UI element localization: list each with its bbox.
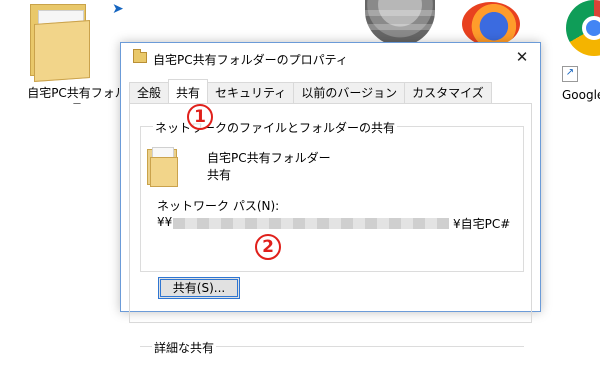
desktop-folder-icon[interactable]: [30, 4, 94, 82]
title-bar[interactable]: 自宅PC共有フォルダーのプロパティ ✕: [121, 43, 540, 73]
desktop-folder-label-sub: ー: [72, 100, 82, 110]
network-path-redacted: [173, 218, 449, 229]
chrome-label[interactable]: Google: [562, 88, 600, 102]
dialog-title: 自宅PC共有フォルダーのプロパティ: [153, 53, 348, 67]
share-button[interactable]: 共有(S)...: [158, 277, 240, 299]
chrome-icon[interactable]: [566, 0, 600, 56]
share-status-text: 共有: [207, 168, 232, 182]
pin-icon: ➤: [112, 1, 124, 17]
firefox-icon[interactable]: [462, 2, 520, 46]
desktop-folder-label[interactable]: 自宅PC共有フォル ー: [22, 84, 132, 110]
google-earth-icon[interactable]: [365, 0, 435, 46]
desktop-folder-label-text: 自宅PC共有フォル: [27, 86, 127, 100]
shared-folder-name: 自宅PC共有フォルダー: [207, 151, 331, 165]
shared-folder-icon: [147, 147, 181, 187]
tab-strip: 全般 共有 セキュリティ 以前のバージョン カスタマイズ: [129, 79, 492, 104]
tab-security[interactable]: セキュリティ: [207, 82, 295, 103]
step-marker-1: 1: [187, 104, 213, 130]
advanced-sharing-group: 詳細な共有: [140, 339, 524, 387]
shortcut-arrow-icon: ↗: [562, 66, 578, 82]
tab-customize[interactable]: カスタマイズ: [404, 82, 492, 103]
network-path-prefix: ¥¥: [157, 215, 173, 229]
properties-dialog: 自宅PC共有フォルダーのプロパティ ✕ 全般 共有 セキュリティ 以前のバージョ…: [120, 42, 541, 356]
network-path-suffix: ¥自宅PC#: [453, 217, 511, 231]
tab-general[interactable]: 全般: [129, 82, 170, 103]
tab-sharing[interactable]: 共有: [168, 79, 209, 103]
close-icon[interactable]: ✕: [512, 47, 532, 67]
network-path-label: ネットワーク パス(N):: [157, 199, 280, 213]
advanced-sharing-group-label: 詳細な共有: [152, 339, 217, 356]
network-path-value[interactable]: ¥¥ ¥自宅PC#: [157, 215, 537, 231]
folder-title-icon: [133, 49, 147, 63]
step-marker-2: 2: [255, 234, 281, 260]
tab-previous-versions[interactable]: 以前のバージョン: [293, 82, 406, 103]
